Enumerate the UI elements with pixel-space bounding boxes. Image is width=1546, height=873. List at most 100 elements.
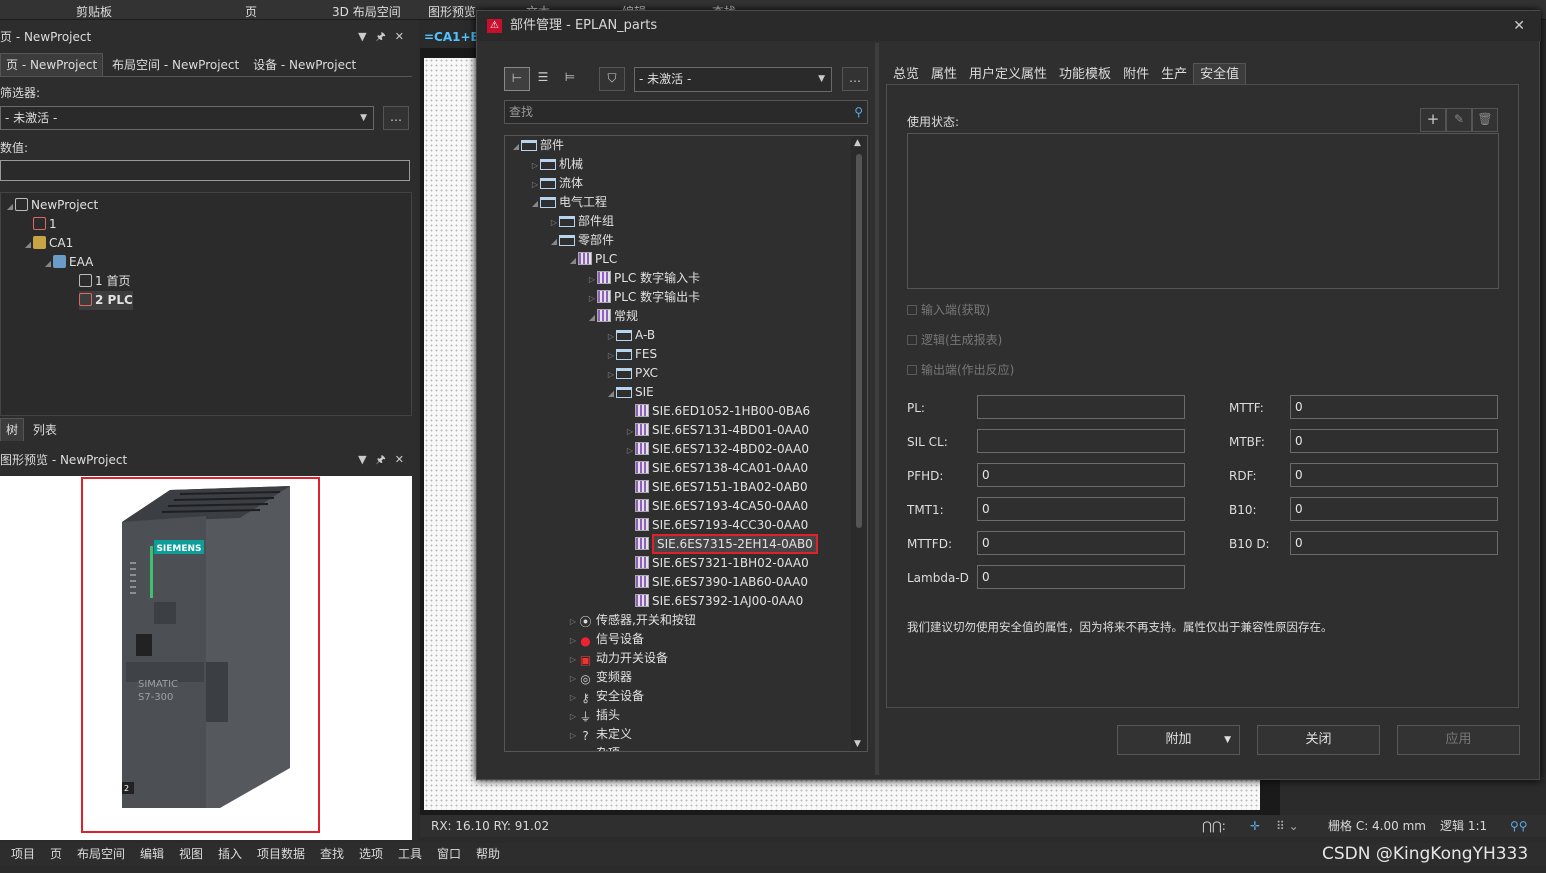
parts-tree-node[interactable]: ▷ PXC <box>606 364 658 383</box>
parts-tree-node[interactable]: ▷ ⚷ 安全设备 <box>568 687 644 706</box>
parts-tree-node[interactable]: ▷ 流体 <box>530 174 583 193</box>
tab-devices[interactable]: 设备 - NewProject <box>248 54 361 76</box>
expander-icon[interactable]: ◢ <box>549 232 559 251</box>
dialog-filter-more-button[interactable]: … <box>842 67 868 91</box>
tab-function-templates[interactable]: 功能模板 <box>1053 64 1117 86</box>
parts-tree-node[interactable]: SIE.6ES7138-4CA01-0AA0 <box>625 459 808 478</box>
expander-icon[interactable]: ▷ <box>587 289 597 308</box>
extra-dropdown-button[interactable]: 附加 ▼ <box>1117 725 1240 755</box>
dialog-search-input[interactable]: 查找 ⚲ <box>504 100 868 124</box>
close-icon[interactable]: ✕ <box>395 30 404 43</box>
b10d-field[interactable]: 0 <box>1290 531 1498 555</box>
parts-tree-node[interactable]: SIE.6ES7151-1BA02-0AB0 <box>625 478 808 497</box>
parts-tree-node[interactable]: ◢ 电气工程 <box>530 193 607 212</box>
expander-icon[interactable]: ▷ <box>568 707 578 726</box>
ribbon-group-3d[interactable]: 3D 布局空间 <box>332 3 401 20</box>
canvas-tab[interactable]: =CA1+E <box>424 27 479 47</box>
expander-icon[interactable]: ▷ <box>606 365 616 384</box>
parts-tree-node[interactable]: ▷▤杂项 <box>568 744 620 751</box>
parts-tree-node[interactable]: ▷ PLC 数字输入卡 <box>587 269 700 288</box>
checkbox-output[interactable]: 输出端(作出反应) <box>907 361 1014 378</box>
expander-icon[interactable]: ▷ <box>568 612 578 631</box>
ribbon-group-clipboard[interactable]: 剪贴板 <box>76 3 112 20</box>
menu-window[interactable]: 窗口 <box>437 843 461 865</box>
parts-tree-node[interactable]: ◢ 常规 <box>587 307 638 326</box>
grid-toggle-icon[interactable]: ⠿ ⌄ <box>1276 815 1299 837</box>
dropdown-icon[interactable]: ▼ <box>358 453 366 466</box>
expander-icon[interactable]: ▷ <box>568 745 578 751</box>
scroll-down-icon[interactable]: ▼ <box>854 739 861 749</box>
mtbf-field[interactable]: 0 <box>1290 429 1498 453</box>
tab-list[interactable]: 列表 <box>28 419 62 441</box>
parts-tree-node[interactable]: SIE.6ES7193-4CA50-0AA0 <box>625 497 808 516</box>
parts-tree-node[interactable]: ▷ 机械 <box>530 155 583 174</box>
expander-icon[interactable]: ◢ <box>511 137 521 156</box>
menu-help[interactable]: 帮助 <box>476 843 500 865</box>
checkbox-input[interactable]: 输入端(获取) <box>907 301 990 318</box>
expander-icon[interactable]: ▷ <box>625 422 635 441</box>
close-icon[interactable]: ✕ <box>395 453 404 466</box>
parts-tree-node[interactable]: ◢ PLC <box>568 250 617 269</box>
parts-tree-node[interactable]: ▷ A-B <box>606 326 655 345</box>
parts-tree-node[interactable]: ▷ ⦿ 传感器,开关和按钮 <box>568 611 696 630</box>
menu-insert[interactable]: 插入 <box>218 843 242 865</box>
splitter[interactable] <box>875 43 879 775</box>
value-input[interactable] <box>0 160 410 181</box>
expander-icon[interactable]: ▷ <box>568 669 578 688</box>
menu-project[interactable]: 项目 <box>11 843 35 865</box>
menu-edit[interactable]: 编辑 <box>140 843 164 865</box>
dialog-close-icon[interactable]: ✕ <box>1513 11 1525 41</box>
expander-icon[interactable]: ▷ <box>568 650 578 669</box>
menu-page[interactable]: 页 <box>50 843 62 865</box>
ribbon-group-page[interactable]: 页 <box>245 3 257 20</box>
expander-icon[interactable]: ◢ <box>568 251 578 270</box>
tree-node-eaa[interactable]: ◢ EAA <box>43 253 93 272</box>
parts-tree-node[interactable]: SIE.6ES7390-1AB60-0AA0 <box>625 573 808 592</box>
tab-properties[interactable]: 属性 <box>925 64 963 86</box>
tab-safety-values[interactable]: 安全值 <box>1193 63 1247 86</box>
expander-icon[interactable]: ▷ <box>549 213 559 232</box>
expander-icon[interactable]: ◢ <box>587 308 597 327</box>
apply-button[interactable]: 应用 <box>1397 725 1520 755</box>
parts-tree-node[interactable]: ◢ 零部件 <box>549 231 614 250</box>
tab-layout-space[interactable]: 布局空间 - NewProject <box>107 54 244 76</box>
search-icon[interactable]: ⚲ <box>854 101 863 123</box>
parts-tree-node[interactable]: SIE.6ED1052-1HB00-0BA6 <box>625 402 810 421</box>
tmt1-field[interactable]: 0 <box>977 497 1185 521</box>
tab-attachments[interactable]: 附件 <box>1117 64 1155 86</box>
usage-list[interactable] <box>907 133 1499 289</box>
edit-icon[interactable]: ✎ <box>1446 108 1472 132</box>
expander-icon[interactable]: ▷ <box>606 327 616 346</box>
dialog-filter-select[interactable]: - 未激活 - ▼ <box>634 67 832 92</box>
tree-node-project[interactable]: ◢ NewProject <box>5 196 98 215</box>
list-view-button[interactable]: ☰ <box>530 67 556 91</box>
expander-icon[interactable]: ◢ <box>606 384 616 403</box>
menu-options[interactable]: 选项 <box>359 843 383 865</box>
parts-tree-node[interactable]: ▷ FES <box>606 345 657 364</box>
expander-icon[interactable]: ▷ <box>625 441 635 460</box>
mttf-field[interactable]: 0 <box>1290 395 1498 419</box>
parts-tree-node[interactable]: ▷ PLC 数字输出卡 <box>587 288 700 307</box>
expander-icon[interactable]: ▷ <box>568 726 578 745</box>
tab-user-properties[interactable]: 用户定义属性 <box>963 64 1053 86</box>
parts-tree-node[interactable]: ▷ ◎ 变频器 <box>568 668 632 687</box>
parts-tree-node[interactable]: ◢ SIE <box>606 383 654 402</box>
close-button[interactable]: 关闭 <box>1257 725 1380 755</box>
tab-pages[interactable]: 页 - NewProject <box>0 53 104 76</box>
tree-node-1[interactable]: 1 <box>33 215 57 234</box>
pin-icon[interactable]: 🖈 <box>376 453 386 466</box>
parts-tree-node[interactable]: ◢ 部件 <box>511 136 564 155</box>
tab-production[interactable]: 生产 <box>1155 64 1193 86</box>
pfhd-field[interactable]: 0 <box>977 463 1185 487</box>
expander-icon[interactable]: ▷ <box>530 156 540 175</box>
filter-more-button[interactable]: … <box>383 106 409 130</box>
filter-icon[interactable]: ⛉ <box>599 67 625 91</box>
expander-icon[interactable]: ◢ <box>530 194 540 213</box>
parts-tree-node[interactable]: SIE.6ES7315-2EH14-0AB0 <box>625 534 818 554</box>
expander-icon[interactable]: ▷ <box>587 270 597 289</box>
lambda-d-field[interactable]: 0 <box>977 565 1185 589</box>
dropdown-icon[interactable]: ▼ <box>358 30 366 43</box>
parts-tree-node[interactable]: SIE.6ES7321-1BH02-0AA0 <box>625 554 809 573</box>
menu-view[interactable]: 视图 <box>179 843 203 865</box>
parts-tree-node[interactable]: ▷ 部件组 <box>549 212 614 231</box>
